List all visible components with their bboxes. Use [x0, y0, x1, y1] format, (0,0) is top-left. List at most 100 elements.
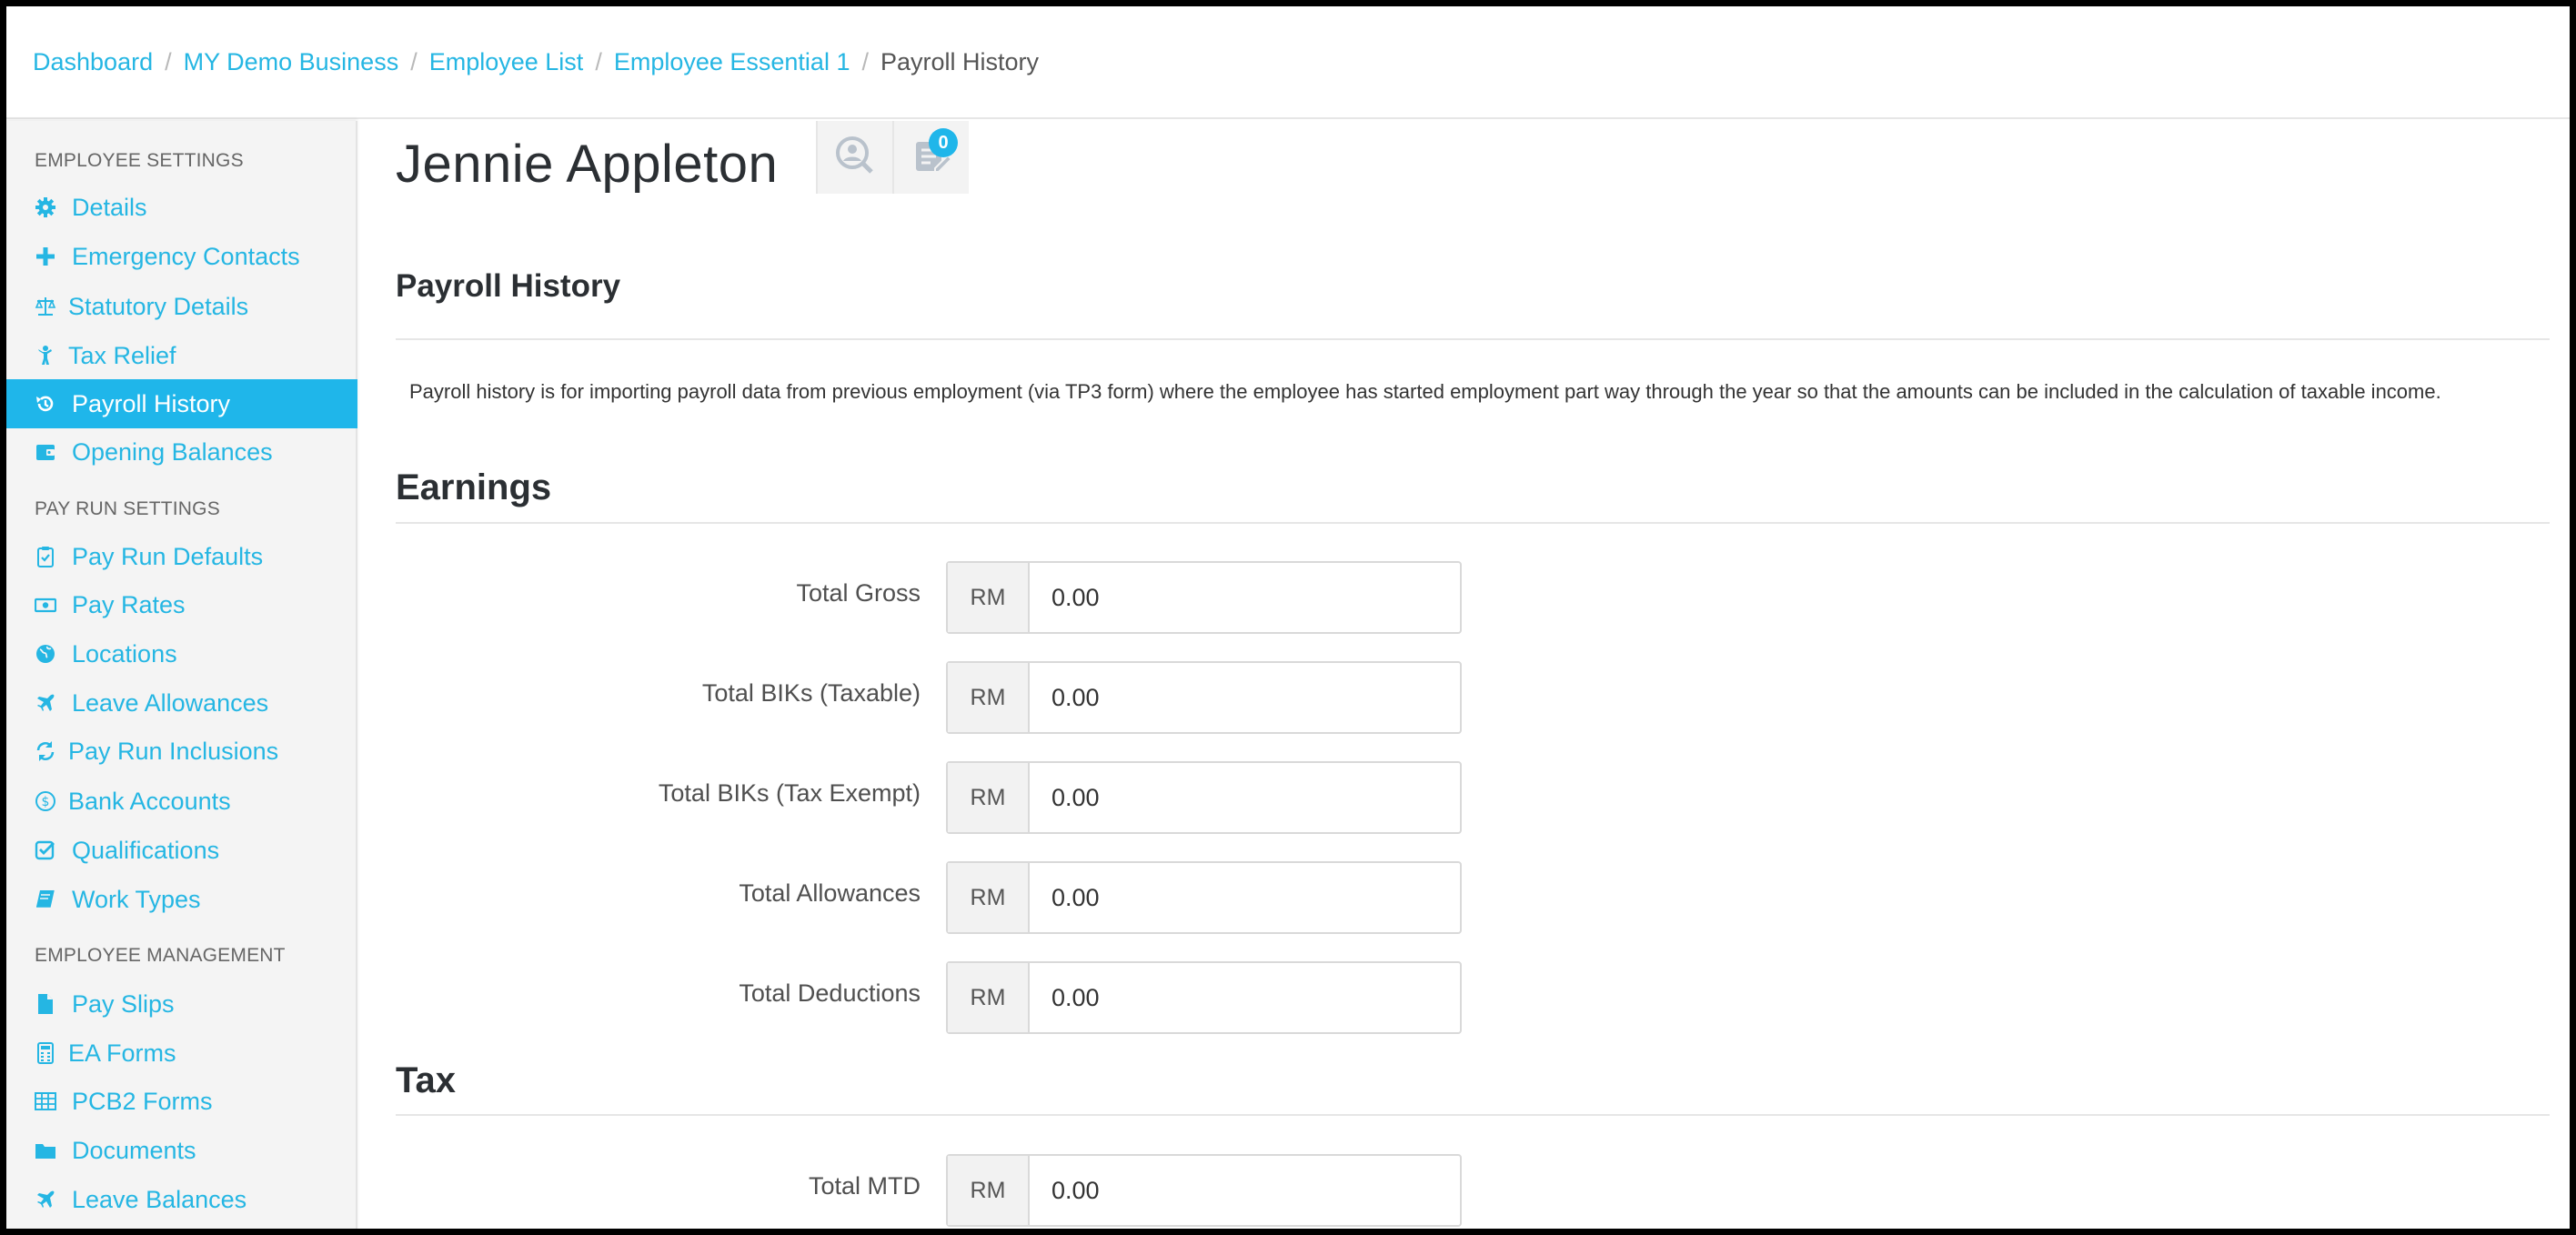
sidebar-heading-pay-run-settings: PAY RUN SETTINGS	[35, 498, 220, 519]
sidebar-item-details[interactable]: Details	[6, 183, 357, 232]
total-biks-taxable-field: RM	[946, 661, 1462, 734]
file-icon	[35, 993, 64, 1015]
total-allowances-field: RM	[946, 861, 1462, 934]
balance-scale-icon	[35, 296, 60, 317]
sidebar-item-locations[interactable]: Locations	[6, 629, 357, 678]
plane-icon	[35, 1189, 64, 1210]
sidebar-item-label: Documents	[72, 1136, 196, 1164]
table-icon	[35, 1090, 64, 1112]
sidebar-item-label: Locations	[72, 639, 177, 668]
sidebar-heading-employee-settings: EMPLOYEE SETTINGS	[35, 150, 244, 171]
app-window: Dashboard / MY Demo Business / Employee …	[6, 6, 2570, 1229]
sidebar-item-label: Pay Rates	[72, 590, 186, 618]
sidebar-item-pay-run-defaults[interactable]: Pay Run Defaults	[6, 532, 357, 581]
total-gross-field: RM	[946, 561, 1462, 634]
sidebar-item-label: Opening Balances	[72, 437, 273, 466]
sidebar-item-label: EA Forms	[68, 1039, 176, 1067]
calculator-icon	[35, 1042, 60, 1064]
notes-button[interactable]: 0	[892, 121, 969, 194]
sidebar-item-label: Pay Run Inclusions	[68, 737, 279, 765]
sidebar-item-pay-slips[interactable]: Pay Slips	[6, 979, 357, 1029]
tax-heading: Tax	[396, 1060, 456, 1100]
divider	[396, 522, 2550, 524]
total-allowances-input[interactable]	[1030, 863, 1460, 932]
total-biks-tax-exempt-label: Total BIKs (Tax Exempt)	[658, 779, 921, 807]
sidebar-item-label: PCB2 Forms	[72, 1087, 213, 1115]
total-biks-tax-exempt-input[interactable]	[1030, 763, 1460, 832]
total-gross-input[interactable]	[1030, 563, 1460, 632]
divider	[396, 338, 2550, 340]
page-title: Payroll History	[396, 268, 621, 304]
employee-search-button[interactable]	[816, 121, 892, 194]
sidebar-item-label: Details	[72, 193, 147, 221]
total-deductions-field: RM	[946, 961, 1462, 1034]
total-mtd-label: Total MTD	[808, 1172, 921, 1200]
dollar-circle-icon: $	[35, 790, 60, 812]
breadcrumb-separator: /	[861, 47, 869, 75]
sidebar-item-label: Leave Balances	[72, 1185, 247, 1213]
sidebar-item-label: Pay Run Defaults	[72, 542, 264, 570]
breadcrumb-separator: /	[410, 47, 418, 75]
breadcrumb: Dashboard / MY Demo Business / Employee …	[6, 6, 2570, 119]
sidebar-item-tax-relief[interactable]: Tax Relief	[6, 331, 357, 380]
history-icon	[35, 393, 64, 415]
intro-text: Payroll history is for importing payroll…	[409, 380, 2441, 403]
sidebar-item-opening-balances[interactable]: Opening Balances	[6, 427, 357, 477]
total-biks-taxable-label: Total BIKs (Taxable)	[701, 679, 921, 707]
sidebar-item-label: Work Types	[72, 885, 201, 913]
sidebar-item-label: Leave Allowances	[72, 688, 269, 717]
sidebar-item-label: Statutory Details	[68, 292, 249, 320]
breadcrumb-dashboard[interactable]: Dashboard	[33, 48, 153, 76]
money-bill-icon	[35, 594, 64, 616]
total-deductions-input[interactable]	[1030, 963, 1460, 1032]
currency-addon: RM	[948, 863, 1030, 932]
sidebar-item-pay-run-inclusions[interactable]: Pay Run Inclusions	[6, 727, 357, 776]
total-gross-label: Total Gross	[796, 579, 921, 607]
notes-count-badge: 0	[929, 128, 958, 157]
breadcrumb-employee[interactable]: Employee Essential 1	[614, 48, 850, 76]
child-icon	[35, 345, 60, 366]
sidebar-item-ea-forms[interactable]: EA Forms	[6, 1029, 357, 1078]
sidebar-item-documents[interactable]: Documents	[6, 1126, 357, 1175]
sidebar-item-pcb2-forms[interactable]: PCB2 Forms	[6, 1077, 357, 1126]
sidebar-item-pay-rates[interactable]: Pay Rates	[6, 580, 357, 629]
user-search-icon	[835, 136, 875, 180]
sidebar-item-label: Qualifications	[72, 836, 220, 864]
sidebar-item-payroll-history[interactable]: Payroll History	[6, 379, 357, 428]
sidebar-item-work-types[interactable]: Work Types	[6, 875, 357, 924]
total-deductions-label: Total Deductions	[739, 979, 921, 1007]
refresh-icon	[35, 740, 60, 762]
sidebar-item-leave-allowances[interactable]: Leave Allowances	[6, 678, 357, 728]
sidebar-item-label: Emergency Contacts	[72, 242, 300, 270]
sidebar-item-statutory-details[interactable]: Statutory Details	[6, 282, 357, 331]
book-icon	[35, 889, 64, 910]
sidebar-heading-employee-management: EMPLOYEE MANAGEMENT	[35, 945, 286, 966]
earnings-heading: Earnings	[396, 467, 552, 507]
checkbox-icon	[35, 839, 64, 861]
sidebar-item-label: Bank Accounts	[68, 787, 231, 815]
gear-icon	[35, 196, 64, 218]
breadcrumb-employee-list[interactable]: Employee List	[429, 48, 584, 76]
sidebar-item-label: Payroll History	[72, 389, 231, 417]
breadcrumb-separator: /	[165, 47, 172, 75]
currency-addon: RM	[948, 1156, 1030, 1225]
plane-icon	[35, 692, 64, 714]
currency-addon: RM	[948, 563, 1030, 632]
folder-icon	[35, 1140, 64, 1161]
sidebar: EMPLOYEE SETTINGS Details Emergency Cont…	[6, 121, 357, 1229]
sidebar-item-leave-balances[interactable]: Leave Balances	[6, 1175, 357, 1224]
total-mtd-input[interactable]	[1030, 1156, 1460, 1225]
sidebar-item-label: Tax Relief	[68, 341, 176, 369]
sidebar-item-emergency-contacts[interactable]: Emergency Contacts	[6, 232, 357, 281]
sidebar-item-qualifications[interactable]: Qualifications	[6, 826, 357, 875]
total-biks-tax-exempt-field: RM	[946, 761, 1462, 834]
breadcrumb-business[interactable]: MY Demo Business	[184, 48, 399, 76]
currency-addon: RM	[948, 963, 1030, 1032]
divider	[396, 1114, 2550, 1116]
total-allowances-label: Total Allowances	[739, 879, 921, 907]
currency-addon: RM	[948, 763, 1030, 832]
currency-addon: RM	[948, 663, 1030, 732]
sidebar-item-bank-accounts[interactable]: $ Bank Accounts	[6, 777, 357, 826]
plus-icon	[35, 246, 64, 267]
total-biks-taxable-input[interactable]	[1030, 663, 1460, 732]
